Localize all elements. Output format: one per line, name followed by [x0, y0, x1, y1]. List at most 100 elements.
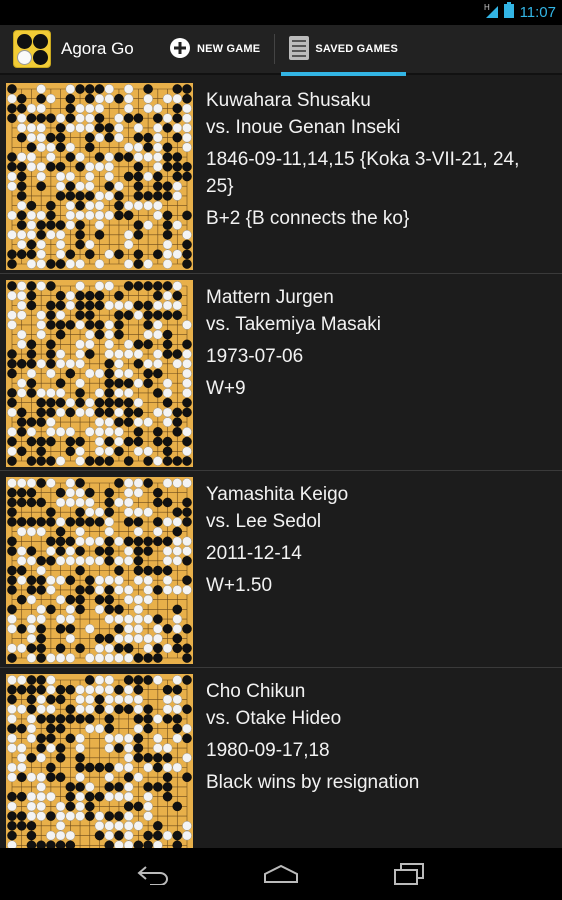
black-stone [94, 123, 105, 133]
black-stone [7, 456, 17, 466]
white-stone [172, 694, 183, 705]
white-stone [114, 575, 124, 585]
black-stone [46, 162, 56, 172]
white-stone [55, 517, 66, 527]
white-stone [26, 103, 37, 114]
saved-games-list[interactable]: Kuwahara Shusaku vs. Inoue Genan Inseki … [0, 77, 562, 848]
white-stone [182, 378, 192, 388]
black-stone [36, 633, 46, 644]
black-stone [85, 487, 95, 498]
home-icon[interactable] [261, 859, 301, 889]
white-stone [7, 446, 17, 457]
white-stone [182, 359, 192, 369]
game-row[interactable]: Mattern Jurgen vs. Takemiya Masaki 1973-… [0, 274, 562, 471]
black-stone [133, 407, 144, 418]
white-stone [104, 339, 114, 350]
white-stone [104, 171, 114, 182]
white-stone [55, 801, 66, 812]
game-white-player: vs. Inoue Genan Inseki [206, 117, 401, 138]
white-stone [75, 536, 85, 547]
black-stone [162, 162, 173, 172]
game-black-player: Cho Chikun [206, 681, 306, 702]
white-stone [46, 417, 56, 427]
black-stone [26, 142, 37, 153]
white-stone [123, 230, 134, 240]
white-stone [65, 653, 76, 663]
game-row[interactable]: Kuwahara Shusaku vs. Inoue Genan Inseki … [0, 77, 562, 274]
white-stone [123, 733, 134, 744]
black-stone [85, 762, 95, 773]
white-stone [85, 210, 95, 221]
black-stone [182, 653, 192, 663]
black-stone [172, 171, 183, 182]
game-row[interactable]: Cho Chikun vs. Otake Hideo 1980-09-17,18… [0, 668, 562, 848]
black-stone [123, 113, 134, 123]
new-game-button[interactable]: NEW GAME [161, 24, 268, 74]
black-stone [182, 675, 192, 685]
black-stone [153, 753, 163, 763]
white-stone [36, 329, 46, 340]
white-stone [94, 220, 105, 230]
white-stone [182, 349, 192, 359]
black-stone [16, 132, 27, 143]
saved-games-button[interactable]: SAVED GAMES [281, 24, 406, 76]
white-stone [75, 181, 85, 191]
white-stone [16, 743, 27, 753]
black-stone [172, 310, 183, 320]
white-stone [36, 162, 46, 172]
white-stone [162, 407, 173, 418]
white-stone [26, 614, 37, 624]
white-stone [172, 281, 183, 291]
white-stone [123, 743, 134, 753]
back-icon[interactable] [133, 859, 173, 889]
black-stone [114, 704, 124, 714]
white-stone [123, 507, 134, 517]
white-stone [36, 565, 46, 576]
white-stone [94, 575, 105, 585]
black-stone [7, 653, 17, 663]
black-stone [36, 436, 46, 447]
game-date: 1980-09-17,18 [206, 740, 330, 761]
black-stone [46, 113, 56, 123]
white-stone [7, 181, 17, 191]
white-stone [7, 762, 17, 773]
black-stone [65, 191, 76, 201]
white-stone [65, 290, 76, 301]
black-stone [36, 407, 46, 418]
black-stone [182, 407, 192, 418]
white-stone [46, 478, 56, 488]
game-row[interactable]: Yamashita Keigo vs. Lee Sedol 2011-12-14… [0, 471, 562, 668]
svg-text:H: H [484, 3, 490, 12]
game-date: 1846-09-11,14,15 {Koka 3-VII-21, 24, 25} [206, 149, 520, 197]
black-stone [16, 181, 27, 191]
black-stone [162, 230, 173, 240]
black-stone [172, 290, 183, 301]
white-stone [85, 723, 95, 734]
black-stone [36, 684, 46, 695]
status-bar: H 11:07 [0, 0, 562, 25]
white-stone [36, 84, 46, 94]
white-stone [182, 123, 192, 133]
white-stone [172, 517, 183, 527]
white-stone [104, 526, 114, 537]
white-stone [36, 142, 46, 153]
white-stone [162, 762, 173, 773]
black-stone [46, 132, 56, 143]
white-stone [36, 526, 46, 537]
black-stone [123, 152, 134, 162]
black-stone [94, 762, 105, 773]
white-stone [16, 113, 27, 123]
app-logo-icon[interactable] [13, 30, 51, 68]
white-stone [153, 743, 163, 753]
black-stone [94, 694, 105, 705]
black-stone [114, 643, 124, 654]
white-stone [65, 546, 76, 556]
black-stone [36, 556, 46, 566]
white-stone [16, 762, 27, 773]
black-stone [65, 103, 76, 114]
black-stone [172, 103, 183, 114]
recents-icon[interactable] [389, 859, 429, 889]
white-stone [94, 643, 105, 654]
white-stone [114, 132, 124, 143]
white-stone [26, 368, 37, 379]
